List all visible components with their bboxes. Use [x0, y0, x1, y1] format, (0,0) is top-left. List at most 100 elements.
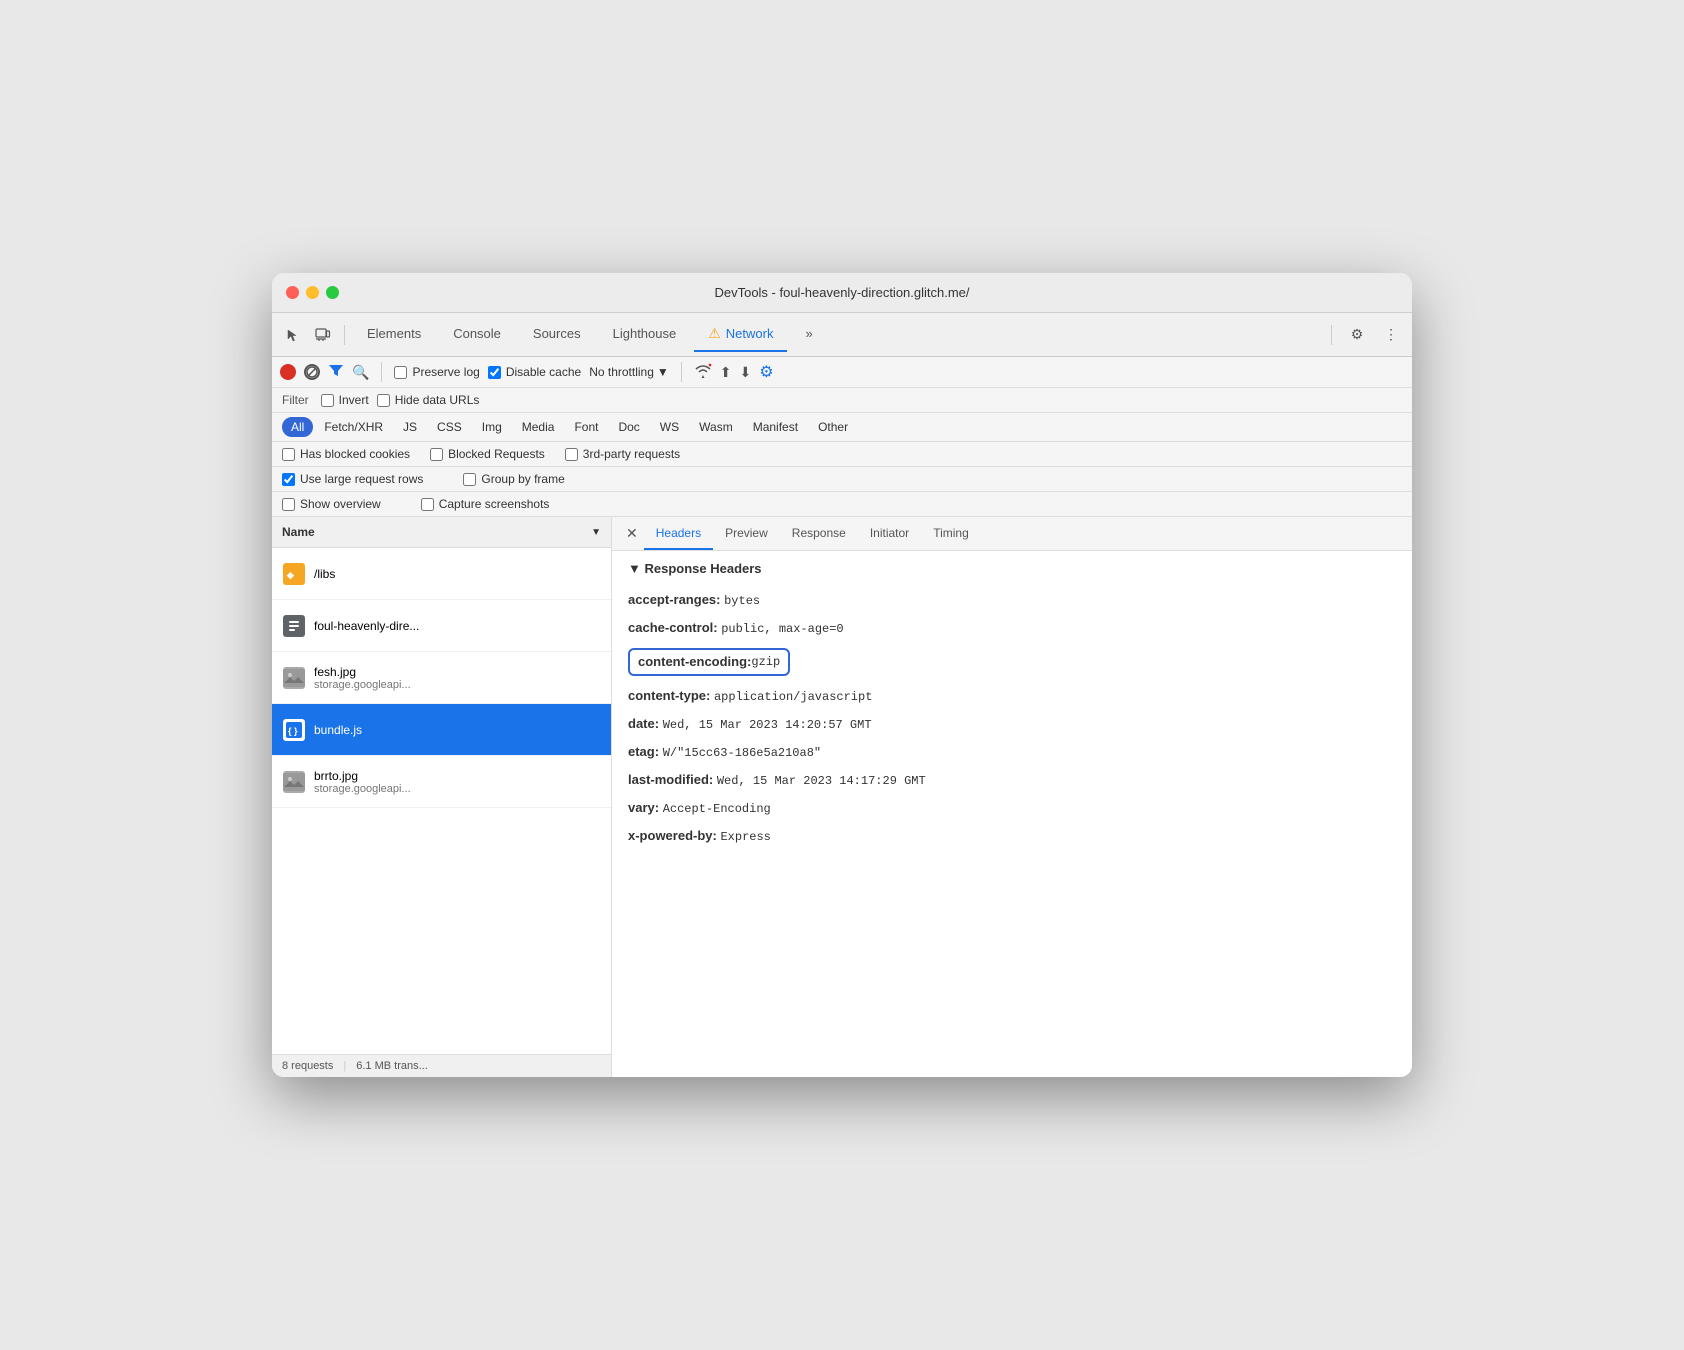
show-overview-input[interactable]	[282, 498, 295, 511]
record-button[interactable]	[280, 364, 296, 380]
has-blocked-cookies-checkbox[interactable]: Has blocked cookies	[282, 447, 410, 461]
panel-tab-timing[interactable]: Timing	[921, 518, 981, 550]
settings-gear-icon[interactable]: ⚙	[759, 362, 773, 382]
panel-close-button[interactable]: ✕	[620, 517, 644, 550]
toolbar-divider-3	[381, 362, 382, 382]
tab-console[interactable]: Console	[439, 318, 515, 351]
window-title: DevTools - foul-heavenly-direction.glitc…	[714, 285, 969, 300]
dropdown-arrow: ▼	[657, 365, 669, 379]
item-icon-img	[282, 666, 306, 690]
filter-pill-other[interactable]: Other	[809, 417, 857, 437]
filter-pill-css[interactable]: CSS	[428, 417, 471, 437]
show-overview-checkbox[interactable]: Show overview	[282, 497, 381, 511]
panel-tab-response[interactable]: Response	[780, 518, 858, 550]
panel-tab-initiator[interactable]: Initiator	[858, 518, 921, 550]
list-item[interactable]: brrto.jpg storage.googleapi...	[272, 756, 611, 808]
traffic-lights	[286, 286, 339, 299]
invert-checkbox[interactable]	[321, 394, 334, 407]
close-button[interactable]	[286, 286, 299, 299]
filter-checks: Invert Hide data URLs	[321, 393, 480, 407]
list-item[interactable]: fesh.jpg storage.googleapi...	[272, 652, 611, 704]
panel-tabs: ✕ Headers Preview Response Initiator Tim…	[612, 517, 1412, 551]
header-row-x-powered-by: x-powered-by: Express	[628, 822, 1396, 850]
hide-data-urls-checkbox-group[interactable]: Hide data URLs	[377, 393, 480, 407]
has-blocked-cookies-input[interactable]	[282, 448, 295, 461]
maximize-button[interactable]	[326, 286, 339, 299]
warning-icon: ⚠	[708, 325, 721, 342]
filter-pill-ws[interactable]: WS	[651, 417, 688, 437]
filter-label: Filter	[282, 393, 309, 407]
status-bar: 8 requests | 6.1 MB trans...	[272, 1054, 611, 1077]
upload-icon[interactable]: ⬆	[720, 364, 732, 381]
download-icon[interactable]: ⬇	[740, 364, 752, 381]
disable-cache-checkbox[interactable]: Disable cache	[488, 365, 581, 379]
tab-elements[interactable]: Elements	[353, 318, 435, 351]
filter-pill-font[interactable]: Font	[565, 417, 607, 437]
blocked-requests-input[interactable]	[430, 448, 443, 461]
device-icon[interactable]	[310, 322, 336, 348]
item-icon-js: ◆	[282, 562, 306, 586]
settings-icon[interactable]: ⚙	[1344, 322, 1370, 348]
disable-cache-input[interactable]	[488, 366, 501, 379]
svg-text:{ }: { }	[288, 726, 298, 736]
group-by-frame-checkbox[interactable]: Group by frame	[463, 472, 564, 486]
blocked-requests-checkbox[interactable]: Blocked Requests	[430, 447, 545, 461]
list-item-selected[interactable]: { } bundle.js	[272, 704, 611, 756]
options-row-1: Use large request rows Group by frame	[272, 467, 1412, 492]
filter-pill-wasm[interactable]: Wasm	[690, 417, 742, 437]
capture-screenshots-input[interactable]	[421, 498, 434, 511]
minimize-button[interactable]	[306, 286, 319, 299]
cursor-icon[interactable]	[280, 322, 306, 348]
third-party-checkbox[interactable]: 3rd-party requests	[565, 447, 680, 461]
titlebar: DevTools - foul-heavenly-direction.glitc…	[272, 273, 1412, 313]
capture-screenshots-checkbox[interactable]: Capture screenshots	[421, 497, 550, 511]
options-row-2: Show overview Capture screenshots	[272, 492, 1412, 517]
filter-pill-doc[interactable]: Doc	[609, 417, 648, 437]
use-large-rows-checkbox[interactable]: Use large request rows	[282, 472, 423, 486]
panel-tab-preview[interactable]: Preview	[713, 518, 780, 550]
no-throttling-select[interactable]: No throttling ▼	[589, 365, 669, 379]
third-party-input[interactable]	[565, 448, 578, 461]
checkbox-filters-row: Has blocked cookies Blocked Requests 3rd…	[272, 442, 1412, 467]
main-content: Name ▼ ◆ /libs	[272, 517, 1412, 1077]
header-row-vary: vary: Accept-Encoding	[628, 794, 1396, 822]
tab-more[interactable]: »	[791, 318, 826, 351]
block-button[interactable]	[304, 364, 320, 380]
list-item[interactable]: foul-heavenly-dire...	[272, 600, 611, 652]
panel-tab-headers[interactable]: Headers	[644, 518, 713, 550]
tab-network[interactable]: ⚠ Network	[694, 317, 787, 352]
filter-pill-manifest[interactable]: Manifest	[744, 417, 807, 437]
header-row-date: date: Wed, 15 Mar 2023 14:20:57 GMT	[628, 710, 1396, 738]
invert-checkbox-group[interactable]: Invert	[321, 393, 369, 407]
filter-pill-js[interactable]: JS	[394, 417, 426, 437]
devtools-window: DevTools - foul-heavenly-direction.glitc…	[272, 273, 1412, 1077]
filter-pill-media[interactable]: Media	[513, 417, 564, 437]
search-icon[interactable]: 🔍	[352, 364, 369, 381]
headers-panel: ✕ Headers Preview Response Initiator Tim…	[612, 517, 1412, 1077]
more-options-icon[interactable]: ⋮	[1378, 322, 1404, 348]
hide-data-urls-checkbox[interactable]	[377, 394, 390, 407]
header-row-cache-control: cache-control: public, max-age=0	[628, 614, 1396, 642]
filter-icon[interactable]	[328, 362, 344, 382]
toolbar-divider-4	[681, 362, 682, 382]
wifi-settings-icon[interactable]	[694, 363, 712, 382]
filter-pill-img[interactable]: Img	[473, 417, 511, 437]
item-icon-bundle: { }	[282, 718, 306, 742]
tab-lighthouse[interactable]: Lighthouse	[599, 318, 691, 351]
list-item[interactable]: ◆ /libs	[272, 548, 611, 600]
preserve-log-checkbox[interactable]: Preserve log	[394, 365, 479, 379]
use-large-rows-input[interactable]	[282, 473, 295, 486]
filter-pill-fetchxhr[interactable]: Fetch/XHR	[315, 417, 392, 437]
item-icon-brrto	[282, 770, 306, 794]
item-icon-doc	[282, 614, 306, 638]
filter-pill-all[interactable]: All	[282, 417, 313, 437]
tab-end-icons: ⚙ ⋮	[1327, 322, 1404, 348]
header-row-accept-ranges: accept-ranges: bytes	[628, 586, 1396, 614]
network-toolbar: 🔍 Preserve log Disable cache No throttli…	[272, 357, 1412, 388]
tab-sources[interactable]: Sources	[519, 318, 595, 351]
panel-content: ▼ Response Headers accept-ranges: bytes …	[612, 551, 1412, 1077]
group-by-frame-input[interactable]	[463, 473, 476, 486]
preserve-log-input[interactable]	[394, 366, 407, 379]
sort-arrow: ▼	[591, 527, 601, 538]
content-encoding-highlight: content-encoding: gzip	[628, 648, 790, 676]
